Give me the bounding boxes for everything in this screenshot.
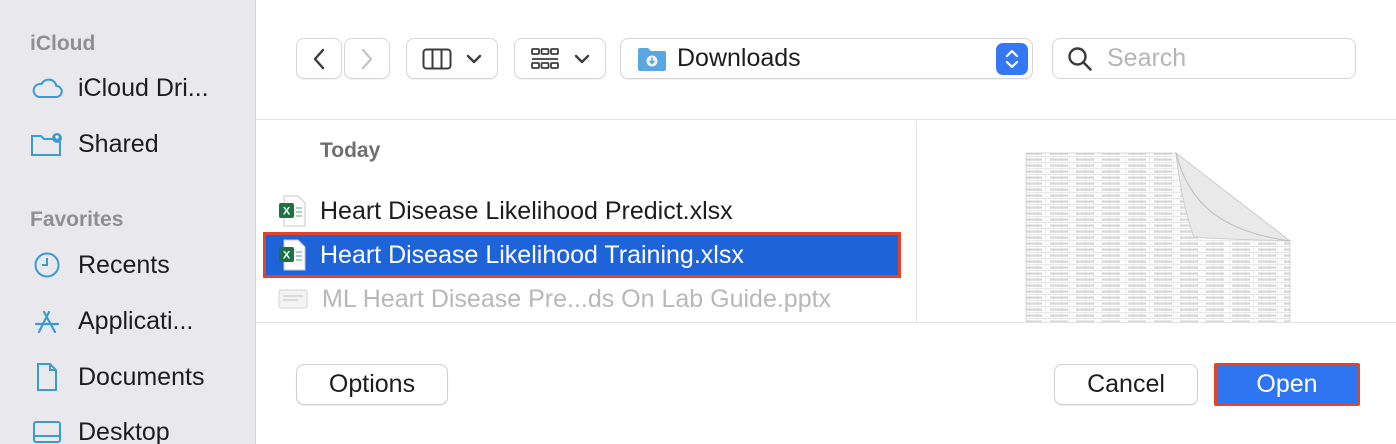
search-field[interactable] — [1052, 38, 1356, 79]
shared-folder-icon — [30, 127, 64, 161]
downloads-folder-icon — [638, 47, 666, 71]
sidebar-section-icloud: iCloud — [30, 32, 96, 55]
toolbar: Downloads — [256, 0, 1396, 120]
bottom-bar: Options Cancel Open — [256, 322, 1396, 444]
sidebar: iCloud iCloud Dri... Shared Favorites Re… — [0, 0, 256, 444]
chevron-right-icon — [361, 48, 373, 69]
sidebar-item-label: Documents — [78, 362, 205, 391]
popup-stepper-icon — [996, 43, 1028, 75]
sidebar-section-favorites: Favorites — [30, 208, 124, 231]
svg-text:X: X — [283, 206, 291, 218]
spreadsheet-thumbnail — [1025, 151, 1292, 322]
excel-file-icon: X — [279, 239, 306, 271]
group-header-today: Today — [320, 139, 381, 162]
location-popup[interactable]: Downloads — [620, 38, 1033, 79]
group-by-button[interactable] — [514, 38, 606, 79]
applications-icon — [30, 304, 64, 338]
file-name: Heart Disease Likelihood Predict.xlsx — [320, 196, 733, 225]
sidebar-item-documents[interactable]: Documents — [30, 357, 240, 397]
sidebar-item-recents[interactable]: Recents — [30, 245, 240, 285]
svg-text:X: X — [283, 250, 291, 262]
search-input[interactable] — [1107, 44, 1327, 73]
open-button[interactable]: Open — [1214, 363, 1360, 406]
options-button[interactable]: Options — [296, 364, 448, 405]
sidebar-item-label: Shared — [78, 129, 159, 158]
list-item-selected[interactable]: X Heart Disease Likelihood Training.xlsx — [263, 232, 901, 278]
sidebar-item-label: Recents — [78, 250, 170, 279]
chevron-down-icon — [574, 54, 590, 63]
list-item[interactable]: X Heart Disease Likelihood Predict.xlsx — [266, 191, 898, 231]
sidebar-item-label: Desktop — [78, 417, 170, 444]
forward-button[interactable] — [344, 38, 390, 79]
excel-file-icon: X — [279, 195, 306, 227]
cloud-icon — [30, 71, 64, 105]
pptx-file-icon — [278, 289, 308, 309]
sidebar-item-shared[interactable]: Shared — [30, 124, 240, 164]
cancel-button[interactable]: Cancel — [1054, 364, 1198, 405]
chevron-down-icon — [466, 54, 482, 63]
list-item: ML Heart Disease Pre...ds On Lab Guide.p… — [266, 279, 898, 319]
location-label: Downloads — [677, 44, 801, 72]
document-icon — [30, 360, 64, 394]
file-name: Heart Disease Likelihood Training.xlsx — [320, 240, 744, 269]
clock-icon — [30, 248, 64, 282]
sidebar-item-label: iCloud Dri... — [78, 73, 209, 102]
back-button[interactable] — [296, 38, 342, 79]
desktop-icon — [30, 415, 64, 444]
grid-icon — [531, 47, 559, 69]
sidebar-item-label: Applicati... — [78, 306, 194, 335]
columns-view-icon — [422, 48, 452, 69]
file-preview — [918, 121, 1396, 322]
view-mode-button[interactable] — [406, 38, 498, 79]
file-list: Today X Heart Disease Likelihood Predict… — [256, 121, 917, 322]
chevron-left-icon — [313, 48, 325, 69]
search-icon — [1068, 46, 1092, 71]
sidebar-item-icloud-drive[interactable]: iCloud Dri... — [30, 68, 240, 108]
sidebar-item-desktop[interactable]: Desktop — [30, 412, 240, 444]
file-name: ML Heart Disease Pre...ds On Lab Guide.p… — [322, 284, 832, 313]
sidebar-item-applications[interactable]: Applicati... — [30, 301, 240, 341]
